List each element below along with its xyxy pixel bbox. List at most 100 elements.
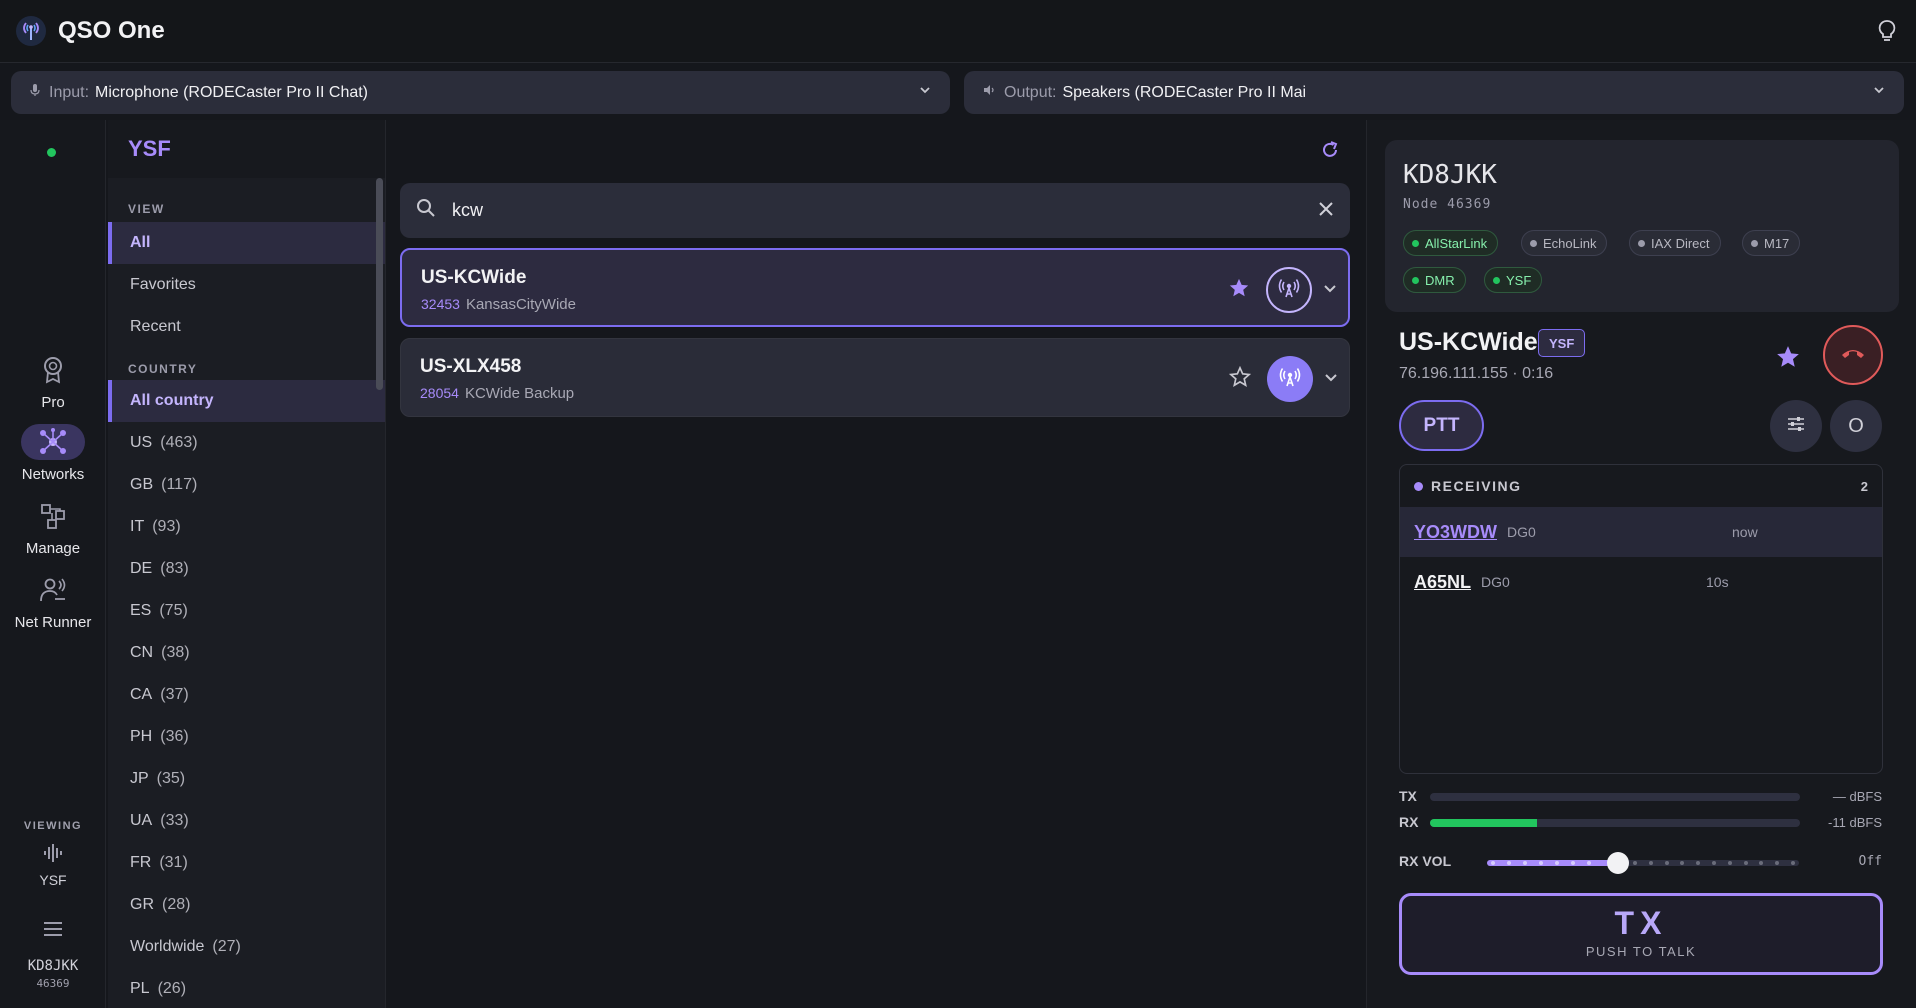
country-count: (36) bbox=[160, 728, 189, 745]
country-code: JP bbox=[130, 770, 149, 787]
slider-tick bbox=[1555, 861, 1559, 865]
connect-button[interactable] bbox=[1267, 356, 1313, 402]
viewing-label: VIEWING bbox=[23, 820, 83, 832]
rail-item-label: Networks bbox=[21, 466, 85, 483]
network-badge: EchoLink bbox=[1521, 230, 1608, 256]
star-filled-icon[interactable] bbox=[1228, 277, 1250, 304]
hangup-button[interactable] bbox=[1823, 325, 1883, 385]
slider-tick bbox=[1759, 861, 1764, 865]
rail-item-label: Pro bbox=[41, 394, 65, 411]
theme-bulb-icon[interactable] bbox=[1876, 18, 1902, 46]
viewing-value: YSF bbox=[39, 872, 67, 888]
row-time: now bbox=[1732, 524, 1758, 540]
slider-tick bbox=[1539, 861, 1543, 865]
close-icon[interactable] bbox=[1316, 199, 1336, 224]
push-to-talk-button[interactable]: TX PUSH TO TALK bbox=[1399, 893, 1883, 975]
country-item[interactable]: US (463) bbox=[108, 422, 385, 464]
rx-vol-value: Off bbox=[1858, 854, 1882, 869]
connected-node-name: US-KCWide bbox=[1399, 328, 1538, 356]
round-o-button[interactable]: O bbox=[1830, 400, 1882, 452]
output-device-select[interactable]: Output: Speakers (RODECaster Pro II Mai bbox=[964, 71, 1904, 114]
rail-item-pro[interactable]: Pro bbox=[0, 352, 106, 411]
star-outline-icon[interactable] bbox=[1228, 365, 1252, 393]
chevron-down-icon[interactable] bbox=[1322, 280, 1338, 301]
audio-settings-button[interactable] bbox=[1770, 400, 1822, 452]
chevron-down-icon[interactable] bbox=[1323, 369, 1339, 390]
left-rail: Pro Networks Manage Net Runner VIEWING Y… bbox=[0, 120, 106, 1008]
country-item[interactable]: JP (35) bbox=[108, 758, 385, 800]
country-item[interactable]: IT (93) bbox=[108, 506, 385, 548]
refresh-icon[interactable] bbox=[1320, 140, 1340, 165]
tx-meter-value: — dBFS bbox=[1832, 789, 1882, 804]
rail-user-node: 46369 bbox=[36, 977, 70, 990]
input-label: Input: bbox=[49, 83, 90, 101]
country-item[interactable]: FR (31) bbox=[108, 842, 385, 884]
list-item[interactable]: YO3WDW DG0 now bbox=[1400, 507, 1882, 557]
chevron-down-icon bbox=[918, 83, 932, 102]
top-bar: QSO One bbox=[0, 0, 1916, 63]
rail-item-net-runner[interactable]: Net Runner bbox=[0, 572, 106, 631]
connection-meta: 76.196.111.155 · 0:16 bbox=[1399, 365, 1554, 382]
rx-volume-slider[interactable] bbox=[1487, 852, 1799, 874]
view-item-recent[interactable]: Recent bbox=[108, 306, 385, 348]
country-item[interactable]: GR (28) bbox=[108, 884, 385, 926]
country-count: (38) bbox=[161, 644, 190, 661]
country-item[interactable]: PH (36) bbox=[108, 716, 385, 758]
result-card[interactable]: US-XLX458 28054 KCWide Backup bbox=[400, 338, 1350, 417]
country-item[interactable]: ES (75) bbox=[108, 590, 385, 632]
star-filled-icon[interactable] bbox=[1775, 344, 1801, 375]
country-count: (117) bbox=[161, 476, 198, 493]
country-item[interactable]: UA (33) bbox=[108, 800, 385, 842]
rail-item-networks[interactable]: Networks bbox=[0, 424, 106, 483]
country-item[interactable]: CN (38) bbox=[108, 632, 385, 674]
result-card[interactable]: US-KCWide 32453 KansasCityWide bbox=[400, 248, 1350, 327]
rail-user-callsign: KD8JKK bbox=[27, 958, 79, 974]
country-item[interactable]: CA (37) bbox=[108, 674, 385, 716]
filter-scrollbar[interactable] bbox=[376, 178, 383, 390]
country-count: (33) bbox=[160, 812, 189, 829]
network-badge: IAX Direct bbox=[1629, 230, 1721, 256]
country-code: FR bbox=[130, 854, 152, 871]
country-code: IT bbox=[130, 518, 145, 535]
country-code: UA bbox=[130, 812, 153, 829]
menu-icon[interactable] bbox=[42, 920, 64, 943]
country-item[interactable]: DE (83) bbox=[108, 548, 385, 590]
country-section-label: COUNTRY bbox=[128, 362, 198, 376]
country-item[interactable]: PL (26) bbox=[108, 968, 385, 1008]
country-item[interactable]: GB (117) bbox=[108, 464, 385, 506]
rx-meter-label: RX bbox=[1399, 814, 1419, 830]
slider-tick bbox=[1680, 861, 1685, 865]
view-item-favorites[interactable]: Favorites bbox=[108, 264, 385, 306]
country-count: (93) bbox=[152, 518, 181, 535]
net-runner-icon bbox=[21, 572, 85, 608]
country-count: (83) bbox=[160, 560, 189, 577]
search-query[interactable]: kcw bbox=[452, 200, 483, 221]
waveform-icon bbox=[42, 842, 64, 869]
slider-tick bbox=[1727, 861, 1732, 865]
callsign-link[interactable]: A65NL bbox=[1414, 572, 1471, 593]
rail-item-manage[interactable]: Manage bbox=[0, 498, 106, 557]
ptt-button[interactable]: PTT bbox=[1399, 400, 1484, 451]
network-badge: DMR bbox=[1403, 267, 1466, 293]
country-code: GB bbox=[130, 476, 154, 493]
app-logo-icon bbox=[16, 16, 46, 46]
input-device-select[interactable]: Input: Microphone (RODECaster Pro II Cha… bbox=[11, 71, 950, 114]
station-card: KD8JKK Node 46369 AllStarLink EchoLink I… bbox=[1385, 140, 1899, 312]
callsign-link[interactable]: YO3WDW bbox=[1414, 522, 1497, 543]
search-input[interactable]: kcw bbox=[400, 183, 1350, 238]
country-item[interactable]: Worldwide (27) bbox=[108, 926, 385, 968]
receiving-header: RECEIVING 2 bbox=[1400, 465, 1882, 507]
center-panel: kcw US-KCWide 32453 KansasCityWide US-XLX… bbox=[387, 120, 1364, 1008]
country-code: GR bbox=[130, 896, 154, 913]
slider-tick bbox=[1743, 861, 1748, 865]
slider-handle[interactable] bbox=[1607, 852, 1630, 874]
country-code: CA bbox=[130, 686, 153, 703]
filter-title: YSF bbox=[108, 120, 385, 178]
slider-tick bbox=[1571, 861, 1575, 865]
mode-badge: YSF bbox=[1538, 329, 1586, 357]
view-item-all[interactable]: All bbox=[108, 222, 385, 264]
broadcast-icon bbox=[1277, 276, 1301, 305]
country-item-all[interactable]: All country bbox=[108, 380, 385, 422]
list-item[interactable]: A65NL DG0 10s bbox=[1400, 557, 1882, 607]
connect-button[interactable] bbox=[1266, 267, 1312, 313]
